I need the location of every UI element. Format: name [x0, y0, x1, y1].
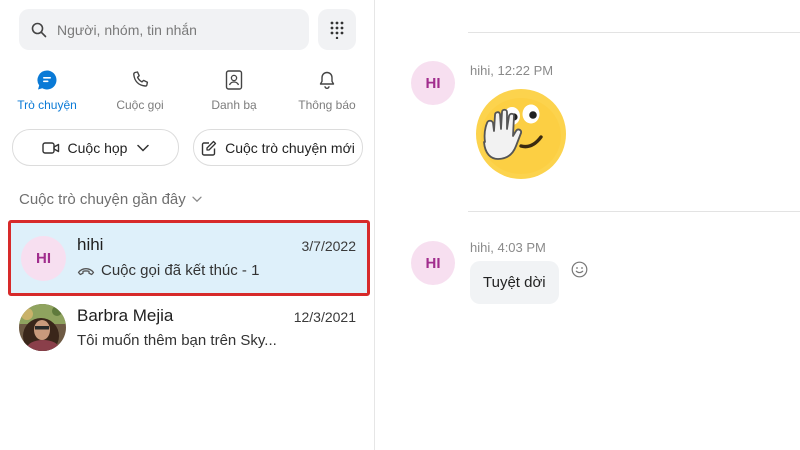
conversation-date: 3/7/2022 [301, 238, 357, 254]
smiley-reaction-icon [571, 261, 588, 278]
recent-chats-header[interactable]: Cuộc trò chuyện gần đây [19, 191, 202, 208]
bell-icon [319, 71, 335, 89]
add-reaction-button[interactable] [571, 261, 588, 283]
avatar: HI [411, 61, 455, 105]
new-chat-button[interactable]: Cuộc trò chuyện mới [193, 129, 363, 166]
phone-icon [133, 71, 149, 87]
conversation-row[interactable]: Barbra Mejia 12/3/2021 Tôi muốn thêm bạn… [8, 294, 370, 370]
compose-icon [201, 140, 217, 156]
left-pane: Trò chuyện Cuộc gọi Danh bạ [0, 0, 374, 450]
tab-label: Danh bạ [211, 98, 257, 112]
tab-calls[interactable]: Cuộc gọi [100, 66, 180, 120]
conversation-row[interactable]: HI hihi 3/7/2022 Cuộc gọi đã kết thúc - … [8, 220, 370, 296]
tab-label: Cuộc gọi [116, 98, 164, 112]
emoji-wave-icon [476, 89, 566, 179]
search-input[interactable] [57, 21, 297, 38]
avatar: HI [21, 236, 66, 281]
conversation-preview: Cuộc gọi đã kết thúc - 1 [77, 262, 259, 279]
tab-label: Trò chuyện [17, 98, 77, 112]
message-separator [468, 32, 800, 33]
video-camera-icon [41, 141, 59, 154]
dialpad-icon [330, 21, 344, 39]
message-text: Tuyệt dời [483, 274, 546, 291]
pane-divider [374, 0, 375, 450]
meeting-button-label: Cuộc họp [67, 139, 128, 156]
conversation-preview-text: Cuộc gọi đã kết thúc - 1 [101, 262, 260, 279]
chevron-down-icon [137, 144, 150, 152]
chevron-down-icon [192, 196, 202, 203]
message-bubble[interactable]: Tuyệt dời [470, 261, 559, 304]
tab-notifications[interactable]: Thông báo [287, 66, 367, 120]
new-chat-button-label: Cuộc trò chuyện mới [225, 139, 355, 156]
tab-chats[interactable]: Trò chuyện [7, 66, 87, 120]
dialpad-button[interactable] [318, 9, 356, 50]
message-separator [468, 211, 800, 212]
tab-contacts[interactable]: Danh bạ [194, 66, 274, 120]
conversation-name: Barbra Mejia [77, 306, 174, 325]
avatar [19, 304, 66, 351]
contacts-icon [225, 70, 243, 90]
recent-chats-title: Cuộc trò chuyện gần đây [19, 191, 186, 208]
message-meta: hihi, 12:22 PM [470, 63, 554, 78]
wave-emoji[interactable] [471, 84, 571, 189]
call-ended-icon [77, 267, 95, 275]
avatar: HI [411, 241, 455, 285]
chat-icon [37, 70, 57, 90]
main-nav: Trò chuyện Cuộc gọi Danh bạ Thông báo [0, 66, 374, 120]
conversation-preview-text: Tôi muốn thêm bạn trên Sky... [77, 332, 277, 349]
conversation-date: 12/3/2021 [293, 309, 356, 325]
conversation-preview: Tôi muốn thêm bạn trên Sky... [77, 332, 277, 349]
tab-label: Thông báo [298, 98, 356, 112]
search-box[interactable] [19, 9, 309, 50]
meeting-button[interactable]: Cuộc họp [12, 129, 179, 166]
search-icon [31, 22, 47, 37]
conversation-name: hihi [77, 235, 104, 254]
message-meta: hihi, 4:03 PM [470, 240, 546, 255]
